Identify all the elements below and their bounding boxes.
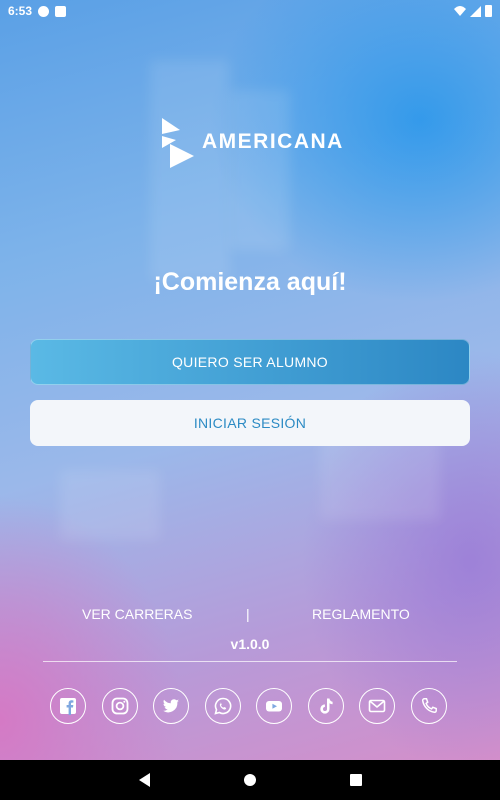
page-title: ¡Comienza aquí! <box>153 268 347 296</box>
youtube-icon[interactable] <box>256 688 292 724</box>
link-separator: | <box>246 606 250 622</box>
tiktok-icon[interactable] <box>307 688 344 724</box>
instagram-icon[interactable] <box>101 688 138 724</box>
wifi-icon <box>454 6 466 16</box>
footer-divider <box>43 661 457 662</box>
become-student-button[interactable]: QUIERO SER ALUMNO <box>30 339 470 385</box>
sim-icon <box>55 5 67 17</box>
home-icon[interactable] <box>244 774 256 786</box>
status-time: 6:53 <box>8 4 33 18</box>
view-careers-link[interactable]: VER CARRERAS <box>82 606 192 622</box>
system-navigation-bar <box>0 760 500 800</box>
twitter-icon[interactable] <box>153 688 189 724</box>
brand-logo: AMERICANA <box>162 118 344 168</box>
rules-link[interactable]: REGLAMENTO <box>312 606 410 622</box>
facebook-icon[interactable] <box>50 688 86 724</box>
whatsapp-icon[interactable] <box>204 688 241 724</box>
battery-icon <box>485 5 492 17</box>
signal-icon <box>470 5 481 17</box>
brand-mark-icon <box>162 118 194 168</box>
back-icon[interactable] <box>139 773 150 787</box>
app-version: v1.0.0 <box>230 636 270 652</box>
notification-icon <box>38 5 50 17</box>
social-links <box>50 688 462 724</box>
phone-icon[interactable] <box>410 688 447 724</box>
email-icon[interactable] <box>359 688 395 724</box>
brand-name: AMERICANA <box>202 130 344 153</box>
footer-links: VER CARRERAS | REGLAMENTO <box>0 606 500 626</box>
status-bar: 6:53 <box>0 0 500 22</box>
login-button[interactable]: INICIAR SESIÓN <box>30 400 470 446</box>
recent-apps-icon[interactable] <box>350 774 362 786</box>
